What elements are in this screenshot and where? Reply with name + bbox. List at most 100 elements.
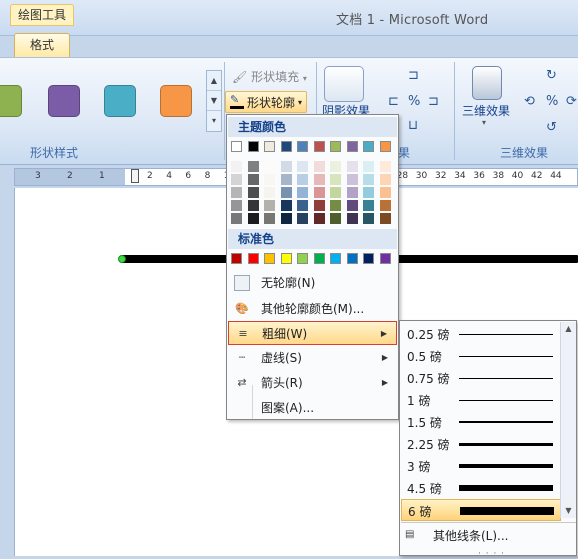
theme-shade-cell[interactable] — [280, 174, 292, 185]
theme-shade-cell[interactable] — [330, 213, 341, 224]
theme-shade-cell[interactable] — [231, 213, 242, 224]
nudge-shadow-up-icon[interactable]: ⊐ — [408, 68, 419, 83]
shape-fill-button[interactable]: 🖌 形状填充 ▾ — [232, 68, 307, 85]
standard-color-cell[interactable] — [346, 253, 358, 264]
theme-color-cell[interactable] — [313, 141, 325, 152]
theme-color-cell[interactable] — [280, 141, 292, 152]
theme-shade-cell[interactable] — [297, 161, 308, 172]
theme-shade-cell[interactable] — [313, 200, 325, 211]
weight-option[interactable]: 3 磅 — [401, 455, 561, 477]
standard-color-cell[interactable] — [330, 253, 341, 264]
standard-color-cell[interactable] — [363, 253, 374, 264]
theme-shade-cell[interactable] — [363, 161, 374, 172]
theme-shade-cell[interactable] — [264, 174, 275, 185]
submenu-scrollbar[interactable]: ▲ ▼ — [560, 322, 576, 518]
style-gallery-scroll[interactable]: ▲ ▼ ▾ — [206, 70, 222, 132]
standard-color-cell[interactable] — [313, 253, 325, 264]
theme-color-cell[interactable] — [330, 141, 341, 152]
theme-shade-cell[interactable] — [346, 213, 358, 224]
weight-option[interactable]: 6 磅 — [401, 499, 561, 521]
nudge-shadow-down-icon[interactable]: ⊔ — [408, 118, 418, 133]
line-endpoint-handle[interactable] — [118, 255, 126, 263]
3d-effects-icon[interactable] — [472, 66, 502, 100]
indent-marker-icon[interactable] — [131, 169, 139, 183]
theme-shade-cell[interactable] — [297, 213, 308, 224]
theme-shade-cell[interactable] — [297, 200, 308, 211]
theme-color-cell[interactable] — [297, 141, 308, 152]
theme-shade-cell[interactable] — [297, 174, 308, 185]
theme-shade-cell[interactable] — [264, 200, 275, 211]
theme-color-cell[interactable] — [231, 141, 242, 152]
weight-option[interactable]: 2.25 磅 — [401, 433, 561, 455]
theme-shade-cell[interactable] — [313, 213, 325, 224]
theme-shade-cell[interactable] — [330, 187, 341, 198]
shape-style-swatch[interactable] — [160, 85, 192, 117]
theme-shade-cell[interactable] — [247, 200, 259, 211]
shape-style-swatch[interactable] — [104, 85, 136, 117]
theme-shade-cell[interactable] — [280, 200, 292, 211]
theme-shade-cell[interactable] — [363, 174, 374, 185]
nudge-shadow-icon[interactable]: ⊏ — [388, 94, 399, 109]
theme-shade-cell[interactable] — [346, 174, 358, 185]
tilt-up-icon[interactable]: ↻ — [546, 68, 557, 83]
weight-option[interactable]: 0.75 磅 — [401, 367, 561, 389]
shape-outline-button[interactable]: ✎ 形状轮廓 ▾ — [225, 91, 308, 113]
theme-shade-cell[interactable] — [330, 161, 341, 172]
theme-color-cell[interactable] — [346, 141, 358, 152]
theme-shade-cell[interactable] — [313, 187, 325, 198]
theme-shade-cell[interactable] — [297, 187, 308, 198]
theme-shade-cell[interactable] — [363, 213, 374, 224]
theme-shade-cell[interactable] — [313, 174, 325, 185]
theme-shade-cell[interactable] — [247, 174, 259, 185]
theme-shade-cell[interactable] — [330, 200, 341, 211]
theme-shade-cell[interactable] — [231, 174, 242, 185]
theme-shade-cell[interactable] — [379, 213, 391, 224]
tab-format[interactable]: 格式 — [14, 33, 70, 57]
theme-shade-cell[interactable] — [247, 187, 259, 198]
shadow-toggle-icon[interactable]: % — [408, 94, 420, 109]
weight-option[interactable]: 0.5 磅 — [401, 345, 561, 367]
dashes-item[interactable]: ┄ 虚线(S) ▶ — [228, 346, 397, 370]
scroll-down-icon[interactable]: ▼ — [561, 504, 576, 518]
theme-shade-cell[interactable] — [247, 213, 259, 224]
drawing-tools-contextual-tab[interactable]: 绘图工具 — [10, 4, 74, 26]
theme-shade-cell[interactable] — [264, 213, 275, 224]
theme-shade-cell[interactable] — [346, 187, 358, 198]
standard-color-cell[interactable] — [247, 253, 259, 264]
theme-shade-cell[interactable] — [231, 187, 242, 198]
theme-shade-cell[interactable] — [280, 187, 292, 198]
theme-shade-cell[interactable] — [313, 161, 325, 172]
theme-shade-cell[interactable] — [379, 161, 391, 172]
theme-shade-cell[interactable] — [379, 200, 391, 211]
theme-color-cell[interactable] — [247, 141, 259, 152]
theme-color-cell[interactable] — [379, 141, 391, 152]
standard-color-cell[interactable] — [297, 253, 308, 264]
standard-color-cell[interactable] — [379, 253, 391, 264]
theme-shade-cell[interactable] — [231, 200, 242, 211]
shadow-effects-icon[interactable] — [324, 66, 364, 102]
theme-shade-cell[interactable] — [346, 161, 358, 172]
standard-color-cell[interactable] — [264, 253, 275, 264]
theme-shade-cell[interactable] — [264, 187, 275, 198]
theme-shade-cell[interactable] — [379, 174, 391, 185]
theme-shade-cell[interactable] — [280, 161, 292, 172]
theme-shade-cell[interactable] — [231, 161, 242, 172]
theme-shade-cell[interactable] — [346, 200, 358, 211]
theme-shade-cell[interactable] — [379, 187, 391, 198]
3d-toggle-icon[interactable]: % — [546, 94, 558, 109]
theme-shade-cell[interactable] — [330, 174, 341, 185]
standard-color-cell[interactable] — [231, 253, 242, 264]
scroll-up-icon[interactable]: ▲ — [561, 322, 576, 336]
no-outline-item[interactable]: 无轮廓(N) — [228, 271, 397, 295]
theme-shade-cell[interactable] — [363, 200, 374, 211]
weight-item[interactable]: ≡ 粗细(W) ▶ — [228, 321, 397, 345]
more-lines-item[interactable]: ▤ 其他线条(L)... — [401, 524, 576, 546]
shape-style-swatch[interactable] — [48, 85, 80, 117]
weight-option[interactable]: 1 磅 — [401, 389, 561, 411]
nudge-shadow-right-icon[interactable]: ⊐ — [428, 94, 439, 109]
tilt-right-icon[interactable]: ⟳ — [566, 94, 577, 109]
weight-option[interactable]: 1.5 磅 — [401, 411, 561, 433]
tilt-down-icon[interactable]: ↺ — [546, 120, 557, 135]
pattern-item[interactable]: 图案(A)... — [228, 396, 397, 420]
gallery-more-icon[interactable]: ▾ — [207, 111, 221, 131]
